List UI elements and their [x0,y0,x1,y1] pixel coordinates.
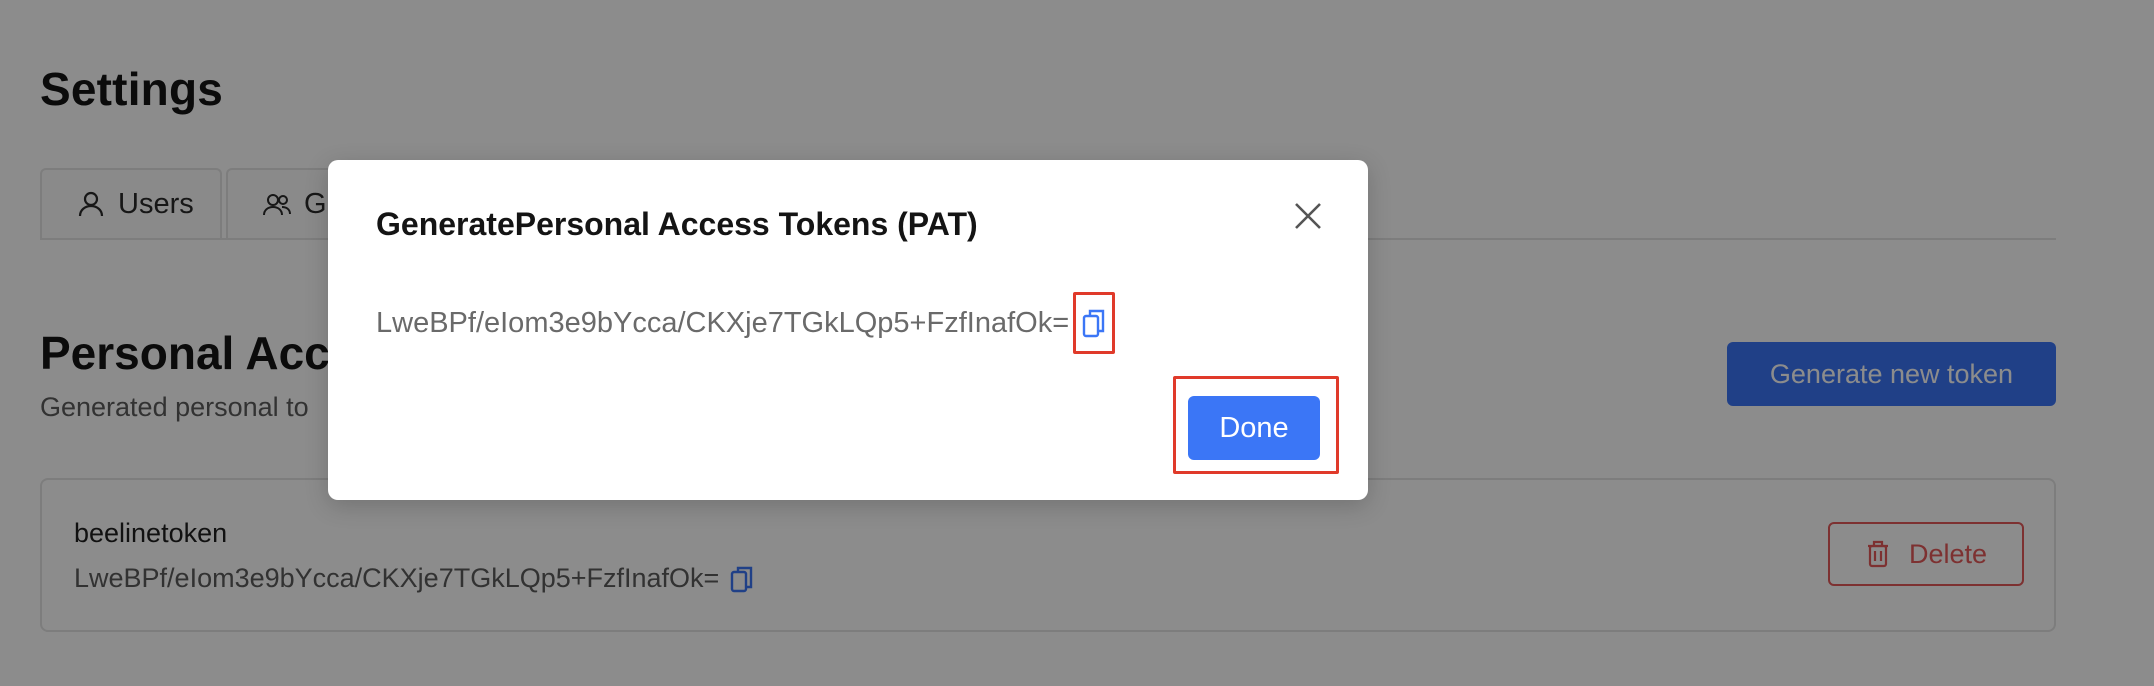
done-button[interactable]: Done [1188,396,1320,460]
modal-token-value: LweBPf/eIom3e9bYcca/CKXje7TGkLQp5+FzfIna… [376,306,1070,339]
modal-token-row: LweBPf/eIom3e9bYcca/CKXje7TGkLQp5+FzfIna… [376,292,1116,354]
copy-icon[interactable] [1073,292,1116,354]
modal-title: GeneratePersonal Access Tokens (PAT) [376,206,978,242]
generate-token-modal: GeneratePersonal Access Tokens (PAT) Lwe… [328,160,1368,500]
close-icon[interactable] [1292,200,1324,232]
